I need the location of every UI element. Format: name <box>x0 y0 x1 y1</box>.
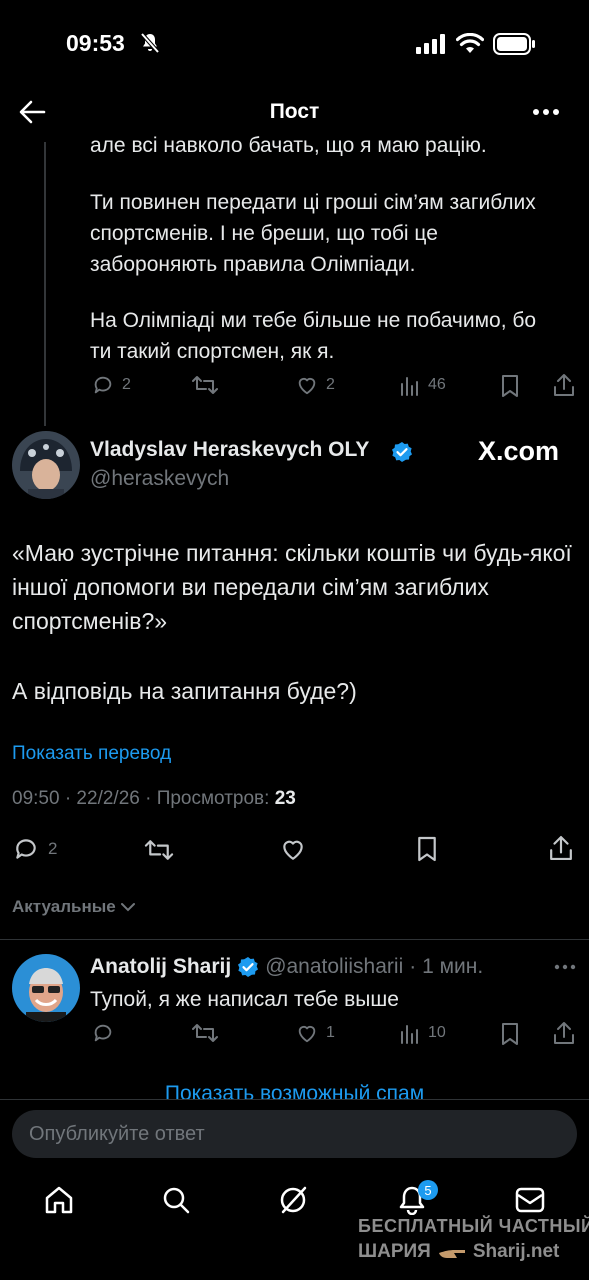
xcom-watermark: X.com <box>478 436 560 466</box>
reply-composer[interactable]: Опубликуйте ответ <box>12 1110 577 1158</box>
heart-icon <box>298 1026 316 1043</box>
repost-icon <box>192 376 218 394</box>
views-button[interactable]: 46 <box>400 374 446 396</box>
reply-avatar[interactable] <box>12 954 80 1022</box>
composer-placeholder: Опубликуйте ответ <box>29 1123 205 1145</box>
hand-pointer-icon <box>438 1250 465 1258</box>
post-text-paragraph: «Маю зустрічне питання: скільки коштів ч… <box>12 540 572 634</box>
post-meta: 09:50 · 22/2/26 · Просмотров: 23 <box>12 788 296 810</box>
share-icon[interactable] <box>553 373 575 397</box>
reply-reply-icon[interactable] <box>92 1022 114 1044</box>
views-chart-icon <box>401 377 418 396</box>
main-share-icon[interactable] <box>549 834 573 862</box>
reply-handle[interactable]: @anatoliisharii <box>265 955 403 979</box>
parent-post-paragraph: На Олімпіаді ми тебе більше не побачимо,… <box>90 309 537 363</box>
like-button[interactable]: 2 <box>296 374 335 396</box>
reply-icon <box>94 376 112 394</box>
bell-muted-icon <box>140 32 160 54</box>
search-icon[interactable] <box>161 1185 191 1215</box>
post-text-paragraph: А відповідь на запитання буде?) <box>12 678 357 704</box>
thread-line <box>44 142 46 426</box>
views-count: 46 <box>428 376 446 393</box>
watermark-name: ШАРИЯ <box>358 1241 431 1262</box>
watermark-site: Sharij.net <box>472 1241 560 1262</box>
parent-post-text-cut: але всі навколо бачать, що я маю рацію. <box>90 134 487 156</box>
parent-text-clip: але всі навколо бачать, що я маю рацію. <box>0 130 589 156</box>
heart-icon <box>298 378 316 395</box>
reply-count: 2 <box>122 376 131 393</box>
reply-like-count: 1 <box>326 1024 335 1041</box>
more-options-button[interactable] <box>532 108 560 116</box>
reply-time: · 1 мин. <box>409 955 484 978</box>
verified-badge-icon <box>238 957 259 977</box>
reply-views-button[interactable]: 10 <box>400 1022 446 1044</box>
messages-icon[interactable] <box>515 1187 545 1213</box>
bookmark-icon[interactable] <box>500 374 520 398</box>
verified-badge-icon <box>391 441 413 463</box>
wifi-icon <box>456 33 484 55</box>
repost-button[interactable] <box>192 374 218 396</box>
home-icon[interactable] <box>44 1185 74 1215</box>
author-handle[interactable]: @heraskevych <box>90 467 229 491</box>
reply-author-name[interactable]: Anatolij Sharij <box>90 955 231 979</box>
signal-icon <box>416 34 448 54</box>
main-heart-icon[interactable] <box>279 836 307 862</box>
reply-header: Anatolij Sharij @anatoliisharii · 1 мин. <box>90 955 483 979</box>
sort-label: Актуальные <box>12 897 116 916</box>
chevron-down-icon <box>120 903 135 912</box>
post-views-count: 23 <box>274 788 296 809</box>
main-repost-icon[interactable] <box>143 838 175 862</box>
reply-share-icon[interactable] <box>553 1021 575 1045</box>
avatar[interactable] <box>12 431 80 499</box>
watermark-line2: ШАРИЯ Sharij.net <box>358 1241 559 1263</box>
divider <box>0 939 589 940</box>
watermark-line1: БЕСПЛАТНЫЙ ЧАСТНЫЙ <box>358 1216 589 1236</box>
parent-post-paragraph: Ти повинен передати ці гроші сім’ям заги… <box>90 191 536 276</box>
reply-like-button[interactable]: 1 <box>296 1022 335 1044</box>
main-reply-button[interactable]: 2 <box>12 836 57 862</box>
battery-icon <box>493 33 535 55</box>
reply-views-count: 10 <box>428 1024 446 1041</box>
post-timestamp: 09:50 · 22/2/26 · Просмотров: <box>12 788 270 809</box>
reply-button[interactable]: 2 <box>92 374 131 396</box>
reply-bookmark-icon[interactable] <box>500 1022 520 1046</box>
reply-text: Тупой, я же написал тебе выше <box>90 988 399 1011</box>
like-count: 2 <box>326 376 335 393</box>
grok-icon[interactable] <box>278 1185 308 1215</box>
translate-link[interactable]: Показать перевод <box>12 743 171 765</box>
main-reply-count: 2 <box>48 839 58 858</box>
sort-dropdown[interactable]: Актуальные <box>12 897 136 917</box>
status-time: 09:53 <box>66 30 125 56</box>
views-chart-icon <box>401 1025 418 1044</box>
reply-repost-icon[interactable] <box>192 1022 218 1044</box>
page-title-text: Пост <box>269 100 320 123</box>
main-bookmark-icon[interactable] <box>416 835 438 863</box>
reply-icon <box>16 839 36 859</box>
notifications-badge: 5 <box>418 1180 438 1200</box>
reply-more-icon[interactable] <box>554 964 576 970</box>
author-name[interactable]: Vladyslav Heraskevych OLY <box>90 438 369 462</box>
